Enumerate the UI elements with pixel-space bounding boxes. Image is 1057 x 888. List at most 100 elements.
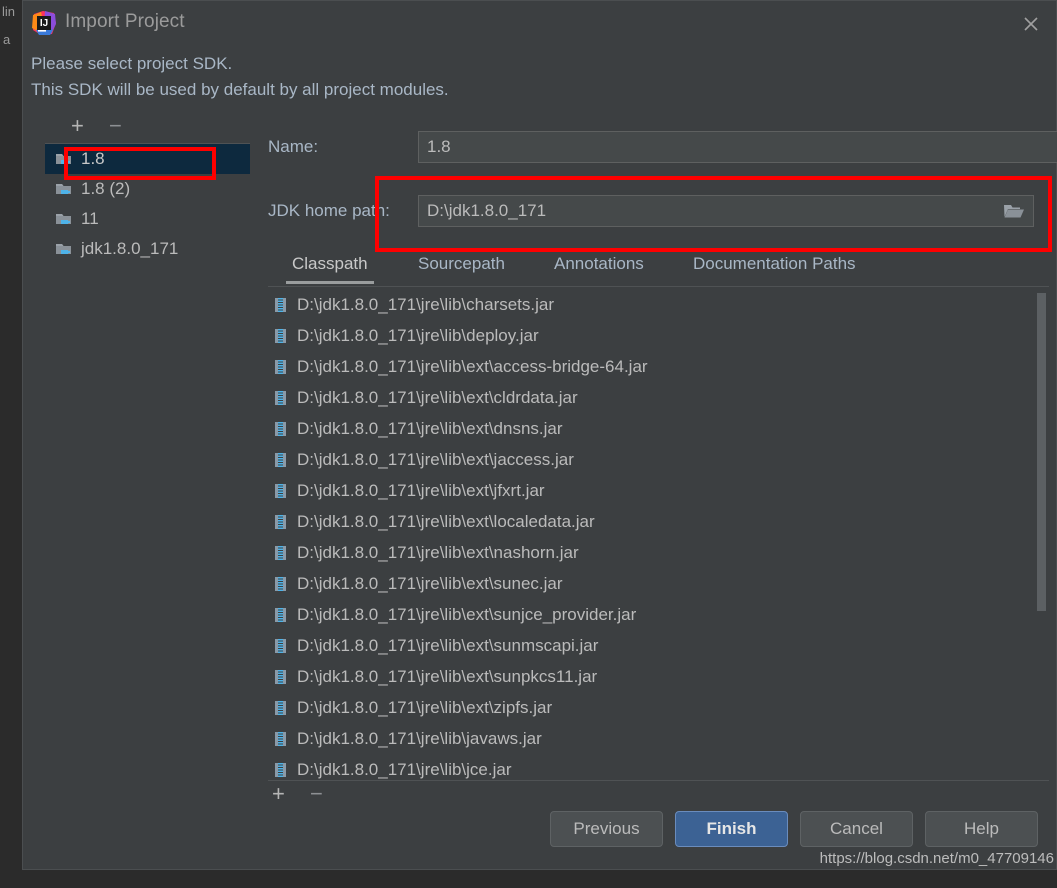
jdk-home-path-input[interactable]: D:\jdk1.8.0_171 <box>418 195 1034 227</box>
classpath-row[interactable]: D:\jdk1.8.0_171\jre\lib\deploy.jar <box>268 320 1049 351</box>
tab-documentation-paths[interactable]: Documentation Paths <box>693 254 856 282</box>
jdk-home-path-row: JDK home path: D:\jdk1.8.0_171 <box>268 195 1034 227</box>
classpath-row-label: D:\jdk1.8.0_171\jre\lib\ext\nashorn.jar <box>297 543 579 563</box>
classpath-row[interactable]: D:\jdk1.8.0_171\jre\lib\ext\access-bridg… <box>268 351 1049 382</box>
add-classpath-button[interactable]: + <box>272 783 285 805</box>
classpath-row-label: D:\jdk1.8.0_171\jre\lib\ext\sunjce_provi… <box>297 605 636 625</box>
jar-archive-icon <box>274 576 288 592</box>
sdk-list-item[interactable]: 1.8 <box>45 144 250 174</box>
jar-archive-icon <box>274 731 288 747</box>
classpath-list: D:\jdk1.8.0_171\jre\lib\charsets.jar D:\ <box>268 289 1049 779</box>
jar-archive-icon <box>274 390 288 406</box>
jdk-home-path-label: JDK home path: <box>268 201 418 221</box>
sdk-list-toolbar: + − <box>49 115 234 141</box>
classpath-row-label: D:\jdk1.8.0_171\jre\lib\ext\sunec.jar <box>297 574 563 594</box>
classpath-row[interactable]: D:\jdk1.8.0_171\jre\lib\ext\sunjce_provi… <box>268 599 1049 630</box>
classpath-row-label: D:\jdk1.8.0_171\jre\lib\javaws.jar <box>297 729 542 749</box>
background-text-fragment-1: lin <box>2 4 15 19</box>
jdk-folder-icon <box>55 181 73 197</box>
help-button[interactable]: Help <box>925 811 1038 847</box>
tab-annotations[interactable]: Annotations <box>554 254 644 282</box>
tab-sourcepath[interactable]: Sourcepath <box>418 254 505 282</box>
classpath-scrollbar[interactable] <box>1037 291 1046 779</box>
dialog-instructions: Please select project SDK. This SDK will… <box>31 51 449 103</box>
jar-archive-icon <box>274 700 288 716</box>
classpath-row-label: D:\jdk1.8.0_171\jre\lib\jce.jar <box>297 760 512 780</box>
sdk-list-item[interactable]: 11 <box>45 204 250 234</box>
classpath-row[interactable]: D:\jdk1.8.0_171\jre\lib\ext\sunmscapi.ja… <box>268 630 1049 661</box>
jdk-home-path-value: D:\jdk1.8.0_171 <box>427 201 546 221</box>
classpath-row[interactable]: D:\jdk1.8.0_171\jre\lib\charsets.jar <box>268 289 1049 320</box>
classpath-row[interactable]: D:\jdk1.8.0_171\jre\lib\ext\localedata.j… <box>268 506 1049 537</box>
classpath-row-label: D:\jdk1.8.0_171\jre\lib\charsets.jar <box>297 295 554 315</box>
jar-archive-icon <box>274 328 288 344</box>
classpath-row[interactable]: D:\jdk1.8.0_171\jre\lib\jce.jar <box>268 754 1049 779</box>
remove-sdk-button[interactable]: − <box>109 115 122 137</box>
sdk-list-item[interactable]: 1.8 (2) <box>45 174 250 204</box>
sdk-list-item-label: jdk1.8.0_171 <box>81 239 178 259</box>
jar-archive-icon <box>274 483 288 499</box>
jdk-folder-icon <box>55 241 73 257</box>
classpath-row-label: D:\jdk1.8.0_171\jre\lib\ext\cldrdata.jar <box>297 388 578 408</box>
intellij-idea-icon: IJ <box>31 10 57 36</box>
classpath-row-label: D:\jdk1.8.0_171\jre\lib\ext\sunmscapi.ja… <box>297 636 598 656</box>
classpath-toolbar: + − <box>268 783 388 813</box>
jar-archive-icon <box>274 762 288 778</box>
jdk-folder-icon <box>55 151 73 167</box>
classpath-row[interactable]: D:\jdk1.8.0_171\jre\lib\ext\jaccess.jar <box>268 444 1049 475</box>
jar-archive-icon <box>274 638 288 654</box>
sdk-list-item[interactable]: jdk1.8.0_171 <box>45 234 250 264</box>
remove-classpath-button[interactable]: − <box>310 783 323 805</box>
classpath-row-label: D:\jdk1.8.0_171\jre\lib\ext\zipfs.jar <box>297 698 552 718</box>
jar-archive-icon <box>274 359 288 375</box>
open-folder-icon[interactable] <box>1003 202 1025 220</box>
sdk-list-item-label: 1.8 (2) <box>81 179 130 199</box>
jar-archive-icon <box>274 607 288 623</box>
sdk-list: 1.8 1.8 (2) 11 <box>45 143 250 784</box>
jdk-folder-icon <box>55 211 73 227</box>
classpath-row[interactable]: D:\jdk1.8.0_171\jre\lib\ext\nashorn.jar <box>268 537 1049 568</box>
import-project-dialog: IJ Import Project Please select project … <box>22 0 1057 870</box>
tab-classpath[interactable]: Classpath <box>292 254 368 282</box>
jar-archive-icon <box>274 669 288 685</box>
name-field-row: Name: 1.8 <box>268 131 1057 163</box>
previous-button[interactable]: Previous <box>550 811 663 847</box>
classpath-row-label: D:\jdk1.8.0_171\jre\lib\ext\localedata.j… <box>297 512 595 532</box>
instruction-line-2: This SDK will be used by default by all … <box>31 77 449 103</box>
classpath-row[interactable]: D:\jdk1.8.0_171\jre\lib\ext\dnsns.jar <box>268 413 1049 444</box>
dialog-titlebar: IJ Import Project <box>23 1 1056 45</box>
classpath-row[interactable]: D:\jdk1.8.0_171\jre\lib\javaws.jar <box>268 723 1049 754</box>
classpath-row-label: D:\jdk1.8.0_171\jre\lib\ext\jaccess.jar <box>297 450 574 470</box>
sdk-detail-pane: Name: 1.8 JDK home path: D:\jdk1.8.0_171… <box>250 121 1055 769</box>
classpath-row[interactable]: D:\jdk1.8.0_171\jre\lib\ext\zipfs.jar <box>268 692 1049 723</box>
add-sdk-button[interactable]: + <box>71 115 84 137</box>
close-icon[interactable] <box>1016 9 1046 39</box>
name-input-value: 1.8 <box>427 137 451 157</box>
classpath-scrollbar-thumb[interactable] <box>1037 293 1046 611</box>
classpath-row-label: D:\jdk1.8.0_171\jre\lib\ext\jfxrt.jar <box>297 481 545 501</box>
classpath-row[interactable]: D:\jdk1.8.0_171\jre\lib\ext\sunec.jar <box>268 568 1049 599</box>
classpath-row[interactable]: D:\jdk1.8.0_171\jre\lib\ext\jfxrt.jar <box>268 475 1049 506</box>
jar-archive-icon <box>274 545 288 561</box>
classpath-divider <box>268 780 1049 781</box>
finish-button[interactable]: Finish <box>675 811 788 847</box>
classpath-row-label: D:\jdk1.8.0_171\jre\lib\ext\dnsns.jar <box>297 419 563 439</box>
background-text-fragment-2: a <box>3 32 10 47</box>
name-field-label: Name: <box>268 137 418 157</box>
jar-archive-icon <box>274 452 288 468</box>
jar-archive-icon <box>274 297 288 313</box>
dialog-title: Import Project <box>65 11 185 33</box>
classpath-row[interactable]: D:\jdk1.8.0_171\jre\lib\ext\sunpkcs11.ja… <box>268 661 1049 692</box>
jar-archive-icon <box>274 514 288 530</box>
classpath-row-label: D:\jdk1.8.0_171\jre\lib\ext\sunpkcs11.ja… <box>297 667 597 687</box>
sdk-list-item-label: 11 <box>81 209 99 229</box>
classpath-row[interactable]: D:\jdk1.8.0_171\jre\lib\ext\cldrdata.jar <box>268 382 1049 413</box>
jar-archive-icon <box>274 421 288 437</box>
cancel-button[interactable]: Cancel <box>800 811 913 847</box>
sdk-detail-tabs: Classpath Sourcepath Annotations Documen… <box>268 254 1049 287</box>
classpath-row-label: D:\jdk1.8.0_171\jre\lib\deploy.jar <box>297 326 539 346</box>
classpath-row-label: D:\jdk1.8.0_171\jre\lib\ext\access-bridg… <box>297 357 648 377</box>
dialog-button-bar: Previous Finish Cancel Help <box>550 811 1038 847</box>
name-input[interactable]: 1.8 <box>418 131 1057 163</box>
svg-text:IJ: IJ <box>40 18 48 29</box>
